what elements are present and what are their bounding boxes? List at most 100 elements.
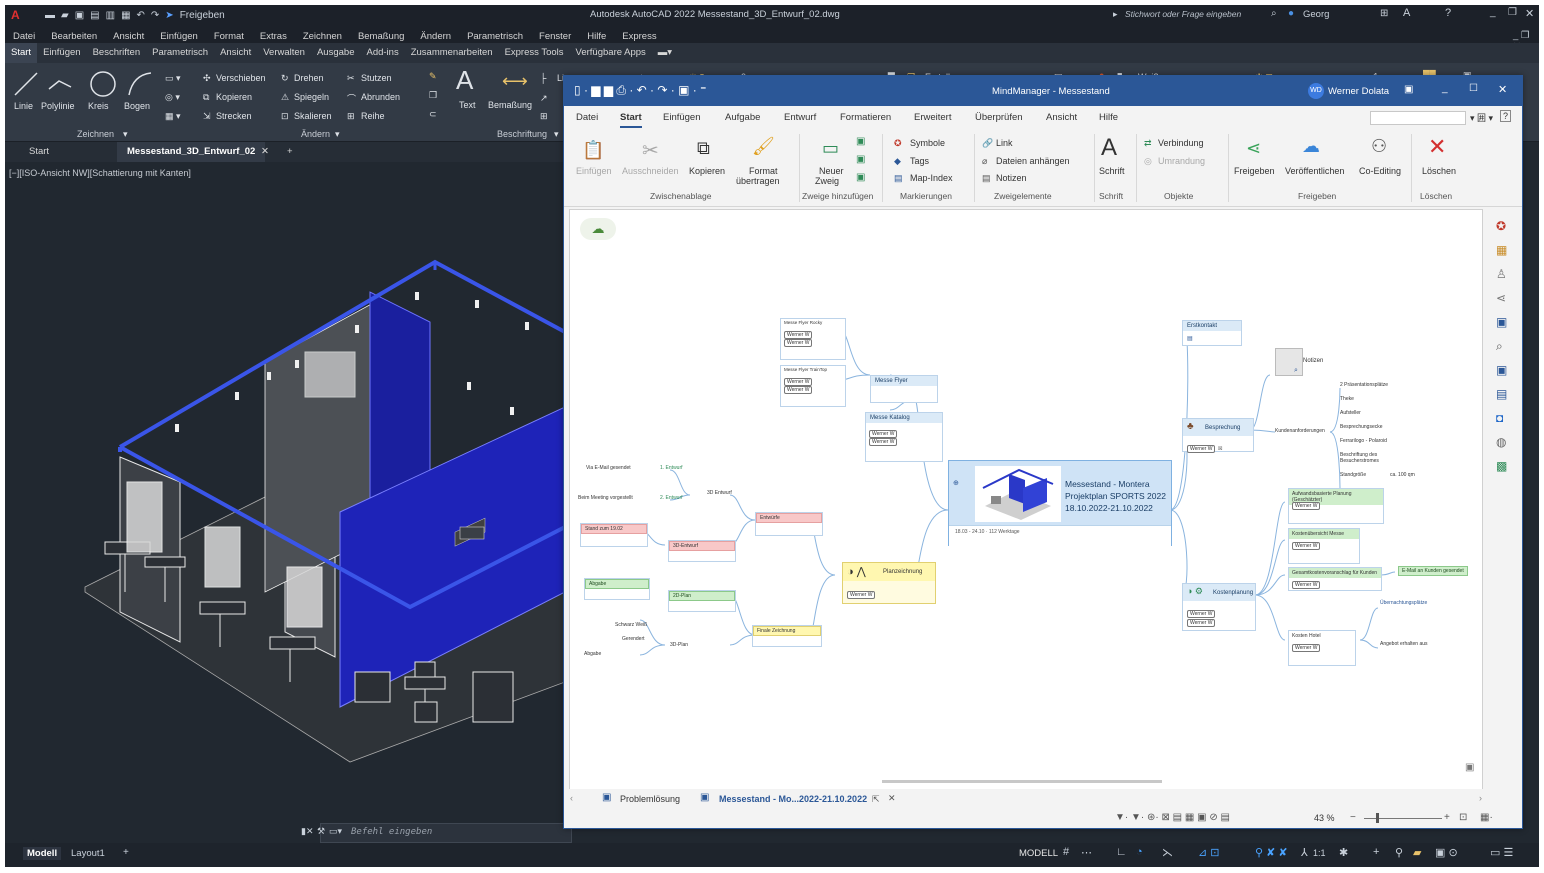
menu-hilfe[interactable]: Hilfe: [587, 31, 606, 42]
help-icon[interactable]: ?: [1445, 7, 1451, 19]
restore-icon[interactable]: ❐: [1508, 7, 1517, 18]
new-branch-button[interactable]: Neuer: [819, 166, 844, 176]
circle-tool[interactable]: Kreis: [88, 101, 109, 111]
publish-button[interactable]: Veröffentlichen: [1285, 166, 1344, 176]
hardware-acceleration-icon[interactable]: ▰: [1413, 846, 1421, 859]
zoom-out-icon[interactable]: −: [1350, 812, 1356, 823]
topic-erstkontakt[interactable]: Erstkontakt ▤: [1182, 320, 1242, 346]
delete-icon[interactable]: ✕: [1428, 134, 1446, 160]
menu-ansicht[interactable]: Ansicht: [113, 31, 144, 42]
mm-tab-ueberpruefen[interactable]: Überprüfen: [975, 112, 1023, 123]
cart-icon[interactable]: ⊞: [1380, 8, 1388, 19]
topic-messe-katalog[interactable]: Messe Katalog Werner W Werner W: [865, 412, 943, 462]
mm-tab-datei[interactable]: Datei: [576, 112, 598, 123]
dynamic-input-icon[interactable]: ⚲ ✘ ✘: [1255, 846, 1288, 859]
menu-bemassung[interactable]: Bemaßung: [358, 31, 404, 42]
fit-map-icon[interactable]: ▣: [1465, 762, 1474, 773]
requirement-item[interactable]: Theke: [1340, 396, 1354, 402]
topic-abgabe-1[interactable]: Abgabe: [584, 578, 650, 600]
share-pane-icon[interactable]: ⋖: [1496, 291, 1506, 305]
outlook-icon[interactable]: ◘: [1496, 411, 1503, 425]
gear-icon[interactable]: ✱: [1339, 846, 1348, 859]
minimize-icon[interactable]: _: [1442, 83, 1448, 94]
share-button[interactable]: Freigeben: [1234, 166, 1275, 176]
publish-cloud-icon[interactable]: ☁: [1302, 136, 1320, 157]
rectangle-icon[interactable]: ▭ ▾: [165, 73, 181, 84]
map-parts-icon[interactable]: ▤: [1496, 387, 1507, 401]
command-input[interactable]: Befehl eingeben: [351, 827, 432, 837]
mm-options-icon[interactable]: ▾ 囲 ▾: [1470, 111, 1493, 124]
requirement-item[interactable]: Aufsteller: [1340, 410, 1361, 416]
topic-messe-flyer[interactable]: Messe Flyer: [870, 375, 938, 403]
mm-search-input[interactable]: [1370, 111, 1466, 125]
topic-finale-zeichnung[interactable]: Finale Zeichnung: [752, 625, 822, 647]
dimension-icon[interactable]: ⟷: [502, 71, 528, 92]
new-branch-button-line2[interactable]: Zweig: [815, 176, 839, 186]
mm-tab-formatieren[interactable]: Formatieren: [840, 112, 891, 123]
annotation-scale[interactable]: 1:1: [1313, 848, 1326, 858]
snap-icon[interactable]: ⋯: [1081, 846, 1092, 859]
topic-3d-entwurf[interactable]: 3D-Entwurf: [668, 540, 736, 562]
layout-tab-layout1[interactable]: Layout1: [71, 848, 105, 859]
email-sent-task[interactable]: E-Mail an Kunden gesendet: [1398, 566, 1468, 576]
connection-button[interactable]: Verbindung: [1158, 138, 1204, 148]
topic-3d-plan[interactable]: 3D-Plan: [670, 642, 688, 648]
browser-icon[interactable]: ◍: [1496, 435, 1506, 449]
tab-scroll-left-icon[interactable]: ‹: [570, 793, 573, 803]
central-topic[interactable]: ⊕ Messestand - Montera Projektplan SPORT…: [948, 460, 1172, 546]
mm-tab-erweitert[interactable]: Erweitert: [914, 112, 951, 123]
mm-tab-hilfe[interactable]: Hilfe: [1099, 112, 1118, 123]
zoom-in-icon[interactable]: +: [1444, 812, 1450, 823]
explode-icon[interactable]: ❒: [429, 90, 437, 101]
zoom-level[interactable]: 43 %: [1314, 813, 1335, 823]
tab-ausgabe[interactable]: Ausgabe: [311, 43, 361, 63]
layout-tab-model[interactable]: Modell: [23, 847, 62, 860]
outline-icon[interactable]: ▣: [1496, 363, 1507, 377]
mindmap-canvas[interactable]: ☁ ⊕ Messestand - Montera Projektplan SPO…: [569, 209, 1483, 791]
coedit-button[interactable]: Co-Editing: [1359, 166, 1401, 176]
notes-node[interactable]: Notizen: [1303, 358, 1323, 364]
task-hotel[interactable]: Kosten Hotel Werner W: [1288, 630, 1356, 666]
task-flyer-rocky[interactable]: Messe Flyer Rocky Werner W Werner W: [780, 318, 846, 360]
task-aufwand[interactable]: Aufwandsbasierte Planung (Geschätzter) W…: [1288, 488, 1384, 524]
topic-besprechung[interactable]: ♣ Besprechung Werner W ☒: [1182, 418, 1254, 453]
topic-planzeichnung[interactable]: ◑ ⋀ Planzeichnung Werner W: [842, 562, 936, 604]
minimize-icon[interactable]: _: [1490, 7, 1496, 18]
library-icon[interactable]: ▣: [1496, 315, 1507, 329]
quick-access-icons[interactable]: ▯ · ▆ ▆ ⎙ · ↶ · ↷ · ▣ · ⁼: [574, 83, 706, 98]
mm-tab-entwurf[interactable]: Entwurf: [784, 112, 816, 123]
add-callout-icon[interactable]: ▣: [856, 154, 865, 165]
fillet-tool[interactable]: Abrunden: [361, 92, 400, 102]
polar-icon[interactable]: ◔: [1136, 846, 1143, 858]
stand-size-value[interactable]: ca. 100 qm: [1390, 472, 1415, 478]
topic-stand-1902[interactable]: Stand zum 19.02: [580, 523, 648, 547]
share-label[interactable]: Freigeben: [180, 10, 225, 21]
tab-express-tools[interactable]: Express Tools: [499, 43, 570, 63]
array-tool[interactable]: Reihe: [361, 111, 385, 121]
undo-icon[interactable]: ↶: [137, 10, 145, 21]
tab-options-icon[interactable]: ⇱: [872, 794, 880, 805]
hatch-icon[interactable]: ◎ ▾: [165, 92, 180, 103]
ribbon-display-icon[interactable]: ▣: [1404, 84, 1413, 95]
help-search-input[interactable]: Stichwort oder Frage eingeben: [1125, 9, 1241, 19]
requirement-item[interactable]: Standgröße: [1340, 472, 1366, 478]
calendar-icon[interactable]: ▦: [1496, 243, 1507, 257]
menu-datei[interactable]: Datei: [13, 31, 35, 42]
close-tab-icon[interactable]: ✕: [888, 793, 896, 804]
zoom-slider-thumb[interactable]: [1376, 813, 1379, 823]
note-meeting[interactable]: Beim Meeting vorgestellt: [578, 495, 633, 501]
annotation-scale-icon[interactable]: ⅄: [1301, 846, 1308, 859]
font-icon[interactable]: A: [1101, 134, 1117, 162]
group-modify[interactable]: Ändern: [301, 129, 330, 139]
topic-2d-plan[interactable]: 2D-Plan: [668, 590, 736, 612]
close-icon[interactable]: ✕: [1525, 7, 1534, 20]
mirror-tool[interactable]: Spiegeln: [294, 92, 329, 102]
tab-zusammenarbeiten[interactable]: Zusammenarbeiten: [405, 43, 499, 63]
topic-abgabe-2[interactable]: Abgabe: [584, 651, 601, 657]
offer-node[interactable]: Angebot erhalten aus: [1380, 641, 1428, 647]
tab-addins[interactable]: Add-ins: [360, 43, 404, 63]
move-tool[interactable]: Verschieben: [216, 73, 266, 83]
resources-icon[interactable]: ♙: [1496, 267, 1507, 281]
menu-fenster[interactable]: Fenster: [539, 31, 571, 42]
maximize-icon[interactable]: ☐: [1469, 83, 1478, 94]
